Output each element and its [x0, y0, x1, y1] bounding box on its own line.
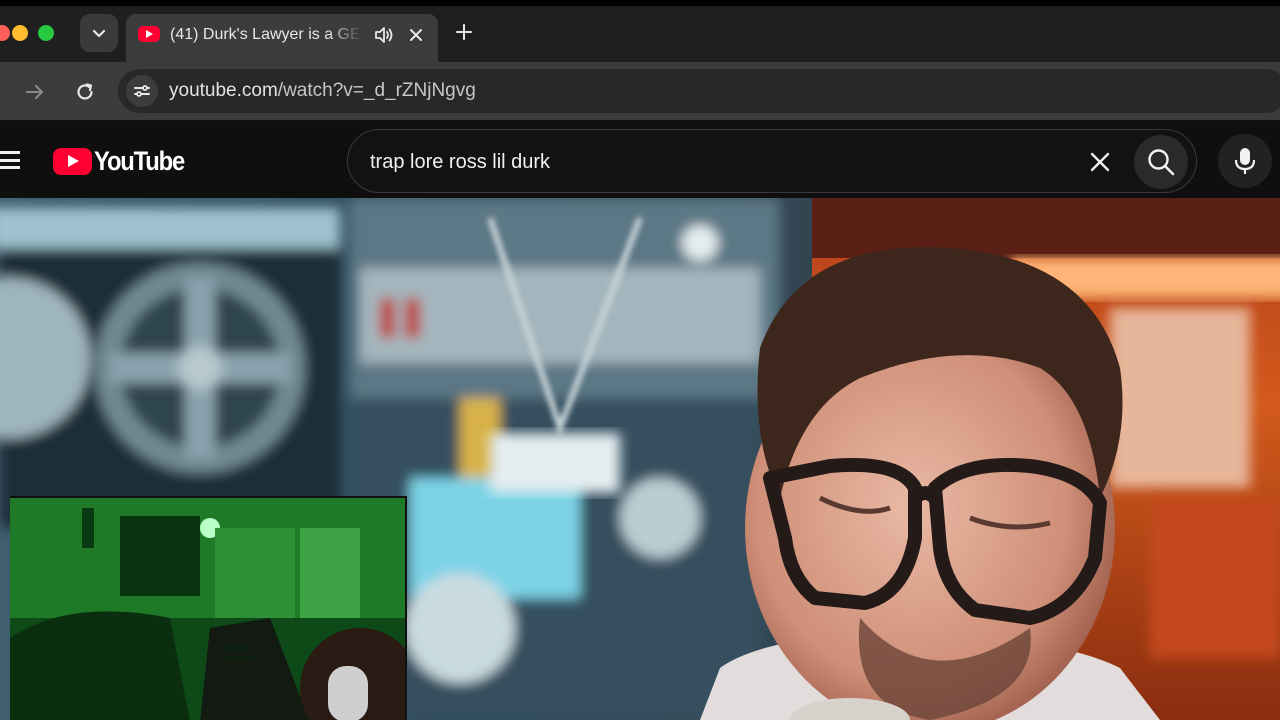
tab-search-button[interactable]	[80, 14, 118, 52]
close-icon	[410, 29, 422, 41]
microphone-icon	[1234, 148, 1256, 174]
site-settings-icon	[134, 85, 150, 97]
url-host: youtube.com	[169, 80, 278, 101]
browser-toolbar: youtube.com/watch?v=_d_rZNjNgvg	[0, 62, 1280, 120]
address-bar[interactable]: youtube.com/watch?v=_d_rZNjNgvg	[118, 69, 1280, 113]
menu-icon-line	[0, 166, 20, 169]
site-info-button[interactable]	[126, 75, 158, 107]
window-top-edge	[0, 0, 1280, 6]
speaker-icon	[375, 27, 393, 43]
active-tab[interactable]: (41) Durk's Lawyer is a GENIUS	[126, 14, 438, 62]
forward-arrow-icon	[26, 85, 43, 99]
window-minimize-button[interactable]	[12, 25, 28, 41]
webcam-frame	[10, 498, 405, 720]
menu-icon-line	[0, 158, 20, 162]
search-button[interactable]	[1134, 135, 1188, 189]
youtube-masthead: YouTube	[0, 124, 1280, 198]
window-zoom-button[interactable]	[38, 25, 54, 41]
url-path: /watch?v=_d_rZNjNgvg	[277, 80, 476, 101]
search-clear-button[interactable]	[1086, 148, 1114, 176]
search-box	[347, 129, 1197, 193]
guide-menu-button[interactable]	[0, 148, 20, 172]
voice-search-button[interactable]	[1218, 134, 1272, 188]
menu-icon	[0, 151, 20, 154]
video-player[interactable]	[0, 198, 1280, 720]
reload-button[interactable]	[70, 77, 100, 107]
reload-icon	[77, 83, 93, 100]
youtube-wordmark: YouTube	[94, 145, 185, 176]
search-input[interactable]	[370, 148, 1070, 176]
tab-list-chevron-icon	[92, 29, 106, 38]
tab-close-button[interactable]	[404, 23, 428, 47]
youtube-favicon-icon	[138, 26, 160, 42]
forward-button[interactable]	[20, 77, 50, 107]
url-text: youtube.com/watch?v=_d_rZNjNgvg	[169, 79, 476, 103]
window-close-button[interactable]	[0, 25, 10, 41]
tab-audio-button[interactable]	[372, 23, 396, 47]
plus-icon	[456, 24, 472, 40]
webcam-overlay	[10, 496, 407, 720]
browser-tab-strip: (41) Durk's Lawyer is a GENIUS	[0, 0, 1280, 62]
clear-icon	[1090, 152, 1110, 172]
new-tab-button[interactable]	[450, 18, 478, 46]
search-icon	[1148, 149, 1175, 176]
youtube-logo[interactable]: YouTube	[53, 146, 196, 176]
youtube-play-icon	[53, 147, 92, 175]
tab-title: (41) Durk's Lawyer is a GENIUS	[170, 26, 362, 43]
